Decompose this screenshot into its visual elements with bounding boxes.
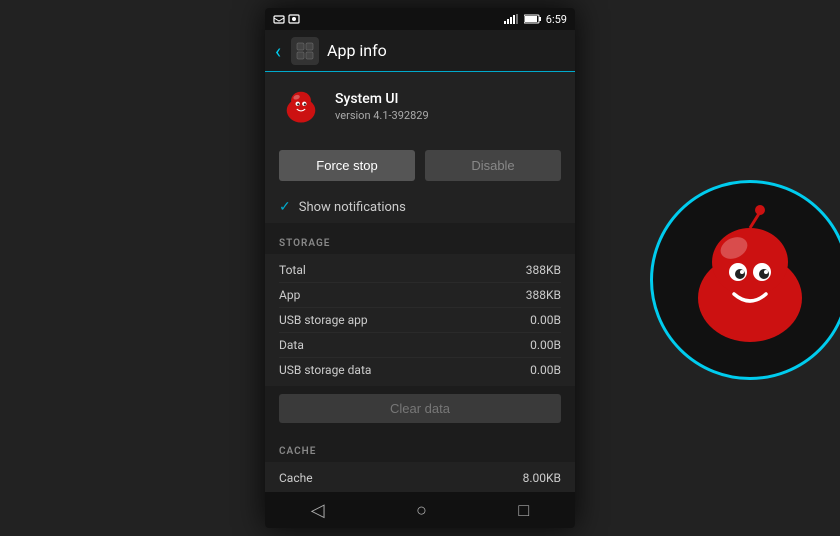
cache-value: 8.00KB bbox=[523, 471, 561, 485]
storage-label-app: App bbox=[279, 288, 300, 302]
storage-row-app: App 388KB bbox=[279, 283, 561, 308]
signal-icon bbox=[504, 14, 520, 24]
status-icons-right: 6:59 bbox=[504, 13, 567, 26]
disable-button[interactable]: Disable bbox=[425, 150, 561, 181]
battery-icon bbox=[524, 14, 542, 24]
cache-table: Cache 8.00KB bbox=[265, 462, 575, 492]
storage-label-total: Total bbox=[279, 263, 306, 277]
time-display: 6:59 bbox=[546, 13, 567, 26]
app-header: System UI version 4.1-392829 bbox=[265, 72, 575, 140]
clear-data-button[interactable]: Clear data bbox=[279, 394, 561, 423]
checkbox-icon: ✓ bbox=[279, 199, 291, 215]
storage-label-usb-data: USB storage data bbox=[279, 363, 371, 377]
cache-section-header: CACHE bbox=[265, 431, 575, 462]
app-bar-icon bbox=[291, 37, 319, 65]
storage-value-usb-app: 0.00B bbox=[530, 313, 561, 327]
cache-label: Cache bbox=[279, 471, 313, 485]
storage-row-usb-app: USB storage app 0.00B bbox=[279, 308, 561, 333]
storage-section-header: STORAGE bbox=[265, 223, 575, 254]
action-bar-title: App info bbox=[327, 41, 387, 60]
storage-value-usb-data: 0.00B bbox=[530, 363, 561, 377]
nav-home-button[interactable]: ○ bbox=[416, 500, 427, 521]
app-version: version 4.1-392829 bbox=[335, 109, 429, 122]
storage-label-data: Data bbox=[279, 338, 304, 352]
storage-row-usb-data: USB storage data 0.00B bbox=[279, 358, 561, 382]
content-area: System UI version 4.1-392829 Force stop … bbox=[265, 72, 575, 492]
grid-icon bbox=[296, 42, 314, 60]
notification-icon bbox=[273, 14, 285, 24]
storage-title: STORAGE bbox=[279, 238, 330, 249]
back-button[interactable]: ‹ bbox=[275, 39, 281, 63]
notifications-label: Show notifications bbox=[299, 200, 406, 215]
app-name: System UI bbox=[335, 91, 429, 107]
jelly-bean-overlay bbox=[650, 180, 840, 380]
storage-value-total: 388KB bbox=[526, 263, 561, 277]
nav-bar: ◁ ○ □ bbox=[265, 492, 575, 528]
phone-wrapper: 6:59 ‹ App info bbox=[0, 0, 840, 536]
force-stop-button[interactable]: Force stop bbox=[279, 150, 415, 181]
storage-value-app: 388KB bbox=[526, 288, 561, 302]
nav-back-button[interactable]: ◁ bbox=[311, 500, 325, 521]
status-bar: 6:59 bbox=[265, 8, 575, 30]
screenshot-icon bbox=[288, 14, 300, 24]
storage-value-data: 0.00B bbox=[530, 338, 561, 352]
phone-inner: 6:59 ‹ App info bbox=[265, 8, 575, 528]
jelly-bean-large-svg bbox=[670, 200, 830, 360]
cache-title: CACHE bbox=[279, 446, 316, 457]
buttons-row: Force stop Disable bbox=[265, 140, 575, 191]
storage-label-usb-app: USB storage app bbox=[279, 313, 368, 327]
storage-table: Total 388KB App 388KB USB storage app 0.… bbox=[265, 254, 575, 386]
phone-screen: 6:59 ‹ App info bbox=[265, 8, 575, 528]
action-bar: ‹ App info bbox=[265, 30, 575, 72]
status-icons-left bbox=[273, 14, 300, 24]
storage-row-data: Data 0.00B bbox=[279, 333, 561, 358]
notifications-row[interactable]: ✓ Show notifications bbox=[265, 191, 575, 223]
app-info-text: System UI version 4.1-392829 bbox=[335, 91, 429, 122]
storage-row-total: Total 388KB bbox=[279, 258, 561, 283]
cache-row: Cache 8.00KB bbox=[279, 466, 561, 490]
app-icon-jelly bbox=[279, 84, 323, 128]
nav-recents-button[interactable]: □ bbox=[518, 500, 529, 521]
